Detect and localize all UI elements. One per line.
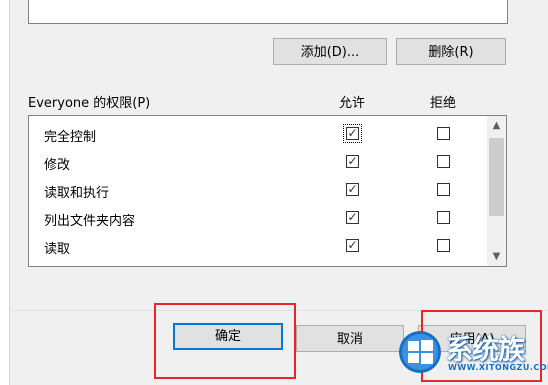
allow-checkbox[interactable]: ✓: [343, 124, 362, 143]
permission-name: 读取: [44, 242, 71, 257]
allow-column-header: 允许: [338, 96, 365, 111]
permissions-list: 完全控制 ✓ 修改 ✓ 读取和执行 ✓ 列出文件夹内容 ✓ 读取 ✓ ▲ ▼: [28, 115, 507, 267]
permission-name: 修改: [44, 158, 71, 173]
scroll-up-icon[interactable]: ▲: [487, 117, 506, 134]
permissions-scrollbar[interactable]: ▲ ▼: [487, 116, 506, 266]
dialog-left-edge: [0, 0, 10, 385]
permissions-header: Everyone 的权限(P): [28, 96, 151, 111]
watermark: 系统族 WWW.XITONGZU.COM: [398, 318, 548, 385]
permission-row-list-folder: 列出文件夹内容 ✓: [29, 204, 487, 232]
scrollbar-thumb[interactable]: [489, 138, 504, 216]
group-user-list[interactable]: [28, 0, 508, 24]
deny-checkbox[interactable]: [437, 155, 450, 168]
cancel-button[interactable]: 取消: [296, 325, 404, 352]
allow-checkbox[interactable]: ✓: [346, 183, 359, 196]
allow-checkbox[interactable]: ✓: [346, 239, 359, 252]
deny-checkbox[interactable]: [437, 183, 450, 196]
permission-row-modify: 修改 ✓: [29, 148, 487, 176]
scroll-down-icon[interactable]: ▼: [487, 248, 506, 265]
permission-row-read: 读取 ✓: [29, 232, 487, 260]
add-button[interactable]: 添加(D)...: [273, 38, 387, 65]
permissions-dialog: 添加(D)... 删除(R) Everyone 的权限(P) 允许 拒绝 完全控…: [0, 0, 548, 385]
allow-checkbox[interactable]: ✓: [346, 155, 359, 168]
deny-checkbox[interactable]: [437, 239, 450, 252]
permission-name: 读取和执行: [44, 186, 110, 201]
permission-name: 列出文件夹内容: [44, 214, 136, 229]
permission-name: 完全控制: [44, 130, 97, 145]
permission-row-full-control: 完全控制 ✓: [29, 120, 487, 148]
allow-checkbox[interactable]: ✓: [346, 211, 359, 224]
remove-button[interactable]: 删除(R): [396, 38, 506, 65]
watermark-brand: 系统族: [446, 335, 525, 366]
watermark-url: WWW.XITONGZU.COM: [448, 363, 548, 372]
highlight-ok-box: [154, 303, 296, 379]
windows-logo-icon: [399, 331, 441, 373]
permission-row-partial: [29, 260, 487, 266]
deny-column-header: 拒绝: [429, 96, 456, 111]
deny-checkbox[interactable]: [437, 211, 450, 224]
deny-checkbox[interactable]: [437, 127, 450, 140]
permission-row-read-execute: 读取和执行 ✓: [29, 176, 487, 204]
